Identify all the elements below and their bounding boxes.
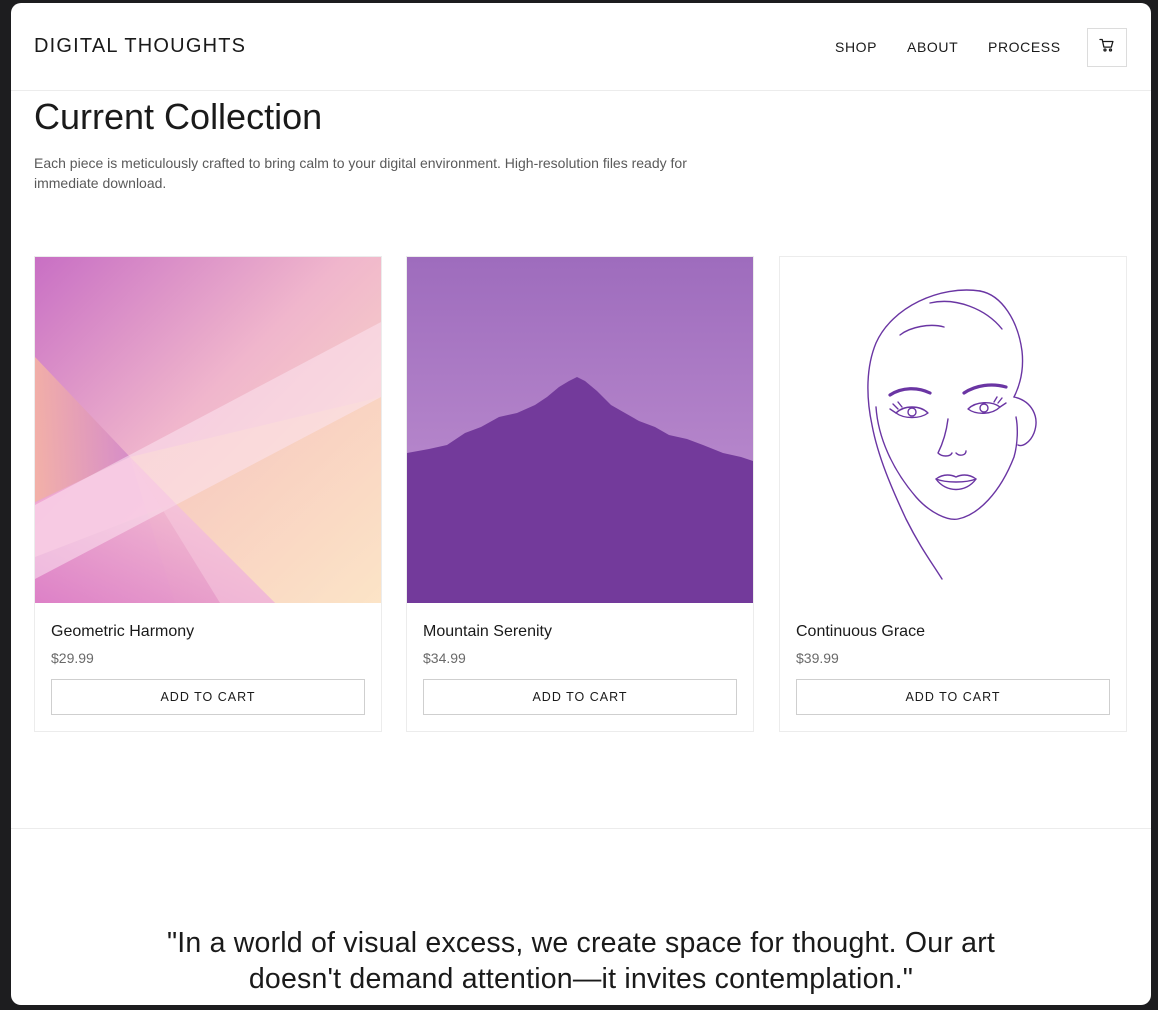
product-image-geometric-harmony[interactable] bbox=[35, 257, 381, 603]
page-title: Current Collection bbox=[34, 96, 323, 137]
product-card-continuous-grace: Continuous Grace $39.99 ADD TO CART bbox=[779, 256, 1127, 732]
collection-intro: Each piece is meticulously crafted to br… bbox=[34, 155, 687, 191]
product-card-geometric-harmony: Geometric Harmony $29.99 ADD TO CART bbox=[34, 256, 382, 732]
product-image-mountain-serenity[interactable] bbox=[407, 257, 753, 603]
product-name[interactable]: Geometric Harmony bbox=[51, 623, 194, 641]
add-to-cart-button[interactable]: ADD TO CART bbox=[423, 679, 737, 715]
section-divider bbox=[11, 828, 1151, 829]
brand-logo[interactable]: DIGITAL THOUGHTS bbox=[34, 35, 246, 58]
nav-about[interactable]: ABOUT bbox=[907, 39, 958, 55]
nav-shop[interactable]: SHOP bbox=[835, 39, 877, 55]
product-card-mountain-serenity: Mountain Serenity $34.99 ADD TO CART bbox=[406, 256, 754, 732]
product-price: $34.99 bbox=[423, 650, 466, 666]
product-name[interactable]: Continuous Grace bbox=[796, 623, 925, 641]
add-to-cart-button[interactable]: ADD TO CART bbox=[51, 679, 365, 715]
cart-icon bbox=[1099, 38, 1115, 57]
browser-window: DIGITAL THOUGHTS SHOP ABOUT PROCESS Curr… bbox=[11, 3, 1151, 1005]
philosophy-quote: "In a world of visual excess, we create … bbox=[166, 927, 996, 995]
product-price: $29.99 bbox=[51, 650, 94, 666]
product-image-continuous-grace[interactable] bbox=[780, 257, 1126, 603]
cart-button[interactable] bbox=[1087, 28, 1127, 67]
product-name[interactable]: Mountain Serenity bbox=[423, 623, 552, 641]
nav-process[interactable]: PROCESS bbox=[988, 39, 1061, 55]
add-to-cart-button[interactable]: ADD TO CART bbox=[796, 679, 1110, 715]
product-price: $39.99 bbox=[796, 650, 839, 666]
site-header: DIGITAL THOUGHTS SHOP ABOUT PROCESS bbox=[11, 3, 1151, 91]
